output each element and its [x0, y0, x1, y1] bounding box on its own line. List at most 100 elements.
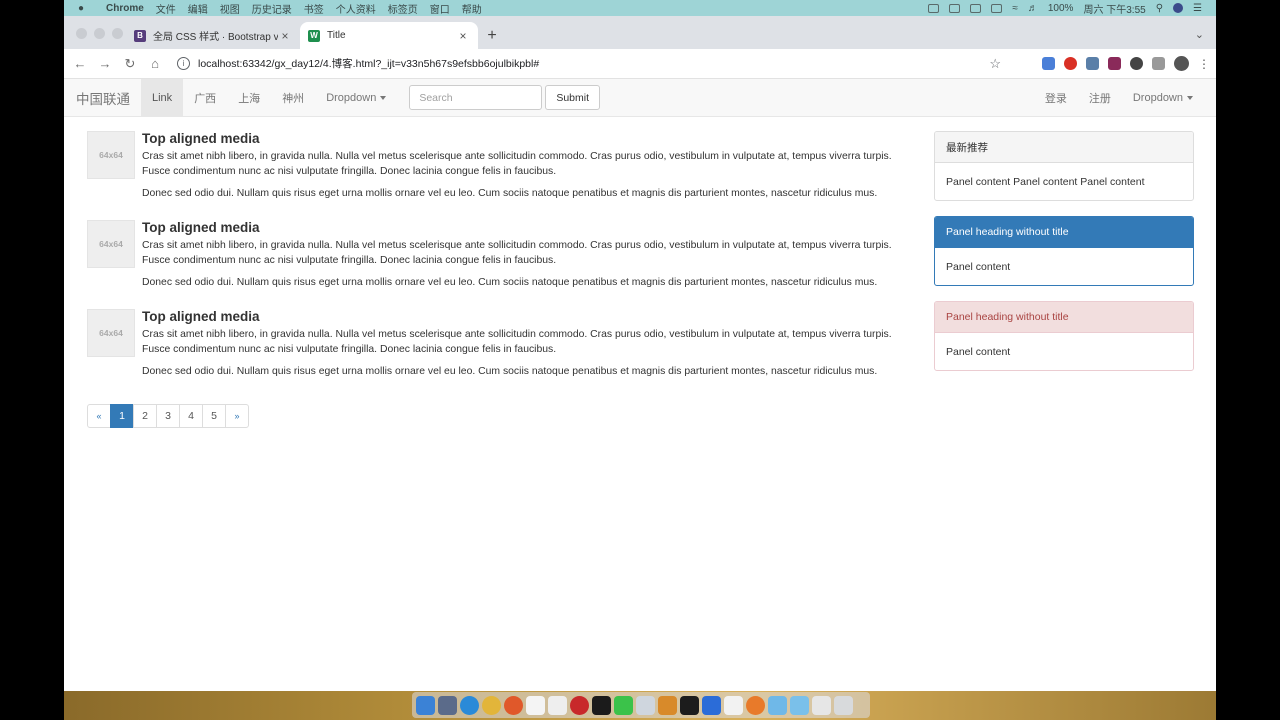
pagination-next[interactable]: »: [225, 404, 249, 428]
navbar-brand[interactable]: 中国联通: [76, 88, 141, 108]
nav-link-register[interactable]: 注册: [1078, 79, 1122, 117]
nav-link-shenzhou[interactable]: 神州: [271, 79, 315, 117]
close-tab-icon[interactable]: ×: [456, 29, 470, 43]
tab-strip: B 全局 CSS 样式 · Bootstrap v3... × W Title …: [64, 16, 1216, 49]
browser-toolbar: ← → ↻ ⌂ i localhost:63342/gx_day12/4.博客.…: [64, 49, 1216, 79]
zoom-window-button[interactable]: [112, 28, 123, 39]
sublime-icon[interactable]: [658, 695, 677, 715]
menu-bookmarks[interactable]: 书签: [304, 1, 324, 16]
wifi-icon[interactable]: ≈: [1012, 3, 1018, 14]
wechat-icon[interactable]: [614, 695, 633, 715]
close-tab-icon[interactable]: ×: [278, 29, 292, 43]
downloads-folder-icon[interactable]: [768, 695, 787, 715]
navbar-submit-button[interactable]: Submit: [545, 85, 601, 110]
apple-menu-icon[interactable]: ●: [78, 3, 92, 14]
menu-tabs[interactable]: 标签页: [388, 1, 418, 16]
extension-adblock-icon[interactable]: [1064, 57, 1077, 70]
nav-link-login[interactable]: 登录: [1034, 79, 1078, 117]
media-list: 64x64 Top aligned media Cras sit amet ni…: [87, 131, 915, 398]
menubar-status-area: ≈ ♬ 100% 周六 下午3:55 ⚲ ☰: [928, 1, 1202, 16]
reload-icon[interactable]: ↻: [118, 52, 142, 76]
minimize-window-button[interactable]: [94, 28, 105, 39]
pagination-page-5[interactable]: 5: [202, 404, 226, 428]
calendar-icon[interactable]: [548, 695, 567, 715]
tab-bootstrap-docs[interactable]: B 全局 CSS 样式 · Bootstrap v3... ×: [126, 22, 300, 49]
menu-window[interactable]: 窗口: [430, 1, 450, 16]
address-bar[interactable]: i localhost:63342/gx_day12/4.博客.html?_ij…: [177, 53, 1001, 75]
extension-badge-icon[interactable]: [1108, 57, 1121, 70]
trash-icon[interactable]: [834, 695, 853, 715]
pagination-page-3[interactable]: 3: [156, 404, 180, 428]
menu-help[interactable]: 帮助: [462, 1, 482, 16]
status-app-icon[interactable]: [928, 3, 940, 13]
tab-title-active[interactable]: W Title ×: [300, 22, 478, 49]
pagination-page-4[interactable]: 4: [179, 404, 203, 428]
pycharm-icon[interactable]: [592, 695, 611, 715]
clock-label[interactable]: 周六 下午3:55: [1083, 1, 1145, 16]
extension-infinity-icon[interactable]: [1130, 57, 1143, 70]
typora-icon[interactable]: [526, 695, 545, 715]
volume-icon[interactable]: ♬: [1028, 3, 1038, 14]
new-tab-button[interactable]: +: [478, 22, 506, 49]
menu-profile[interactable]: 个人资料: [336, 1, 376, 16]
finder-icon[interactable]: [416, 695, 435, 715]
stack-icon[interactable]: [812, 695, 831, 715]
panel-body: Panel content: [946, 260, 1011, 273]
textedit-icon[interactable]: [724, 695, 743, 715]
pagination-page-1[interactable]: 1: [110, 404, 134, 428]
forward-icon[interactable]: →: [93, 52, 117, 76]
navbar-search-input[interactable]: [409, 85, 543, 110]
menu-history[interactable]: 历史记录: [252, 1, 292, 16]
status-app-icon[interactable]: [991, 3, 1003, 13]
nav-link-link[interactable]: Link: [141, 78, 184, 117]
back-icon[interactable]: ←: [68, 52, 92, 76]
extension-screenshot-icon[interactable]: [1086, 57, 1099, 70]
browser-menu-icon[interactable]: ⋮: [1198, 57, 1210, 71]
spotlight-icon[interactable]: ⚲: [1156, 3, 1163, 14]
extension-translate-icon[interactable]: [1042, 57, 1055, 70]
close-window-button[interactable]: [76, 28, 87, 39]
nav-link-shanghai[interactable]: 上海: [227, 79, 271, 117]
site-info-icon[interactable]: i: [177, 57, 190, 70]
firefox-icon[interactable]: [504, 695, 523, 715]
media-heading: Top aligned media: [142, 131, 260, 146]
webstorm-favicon-icon: W: [308, 29, 320, 42]
chrome-icon[interactable]: [482, 695, 501, 715]
bookmark-star-icon[interactable]: ☆: [989, 56, 1001, 72]
browser-window: B 全局 CSS 样式 · Bootstrap v3... × W Title …: [64, 16, 1216, 691]
media-body: Top aligned media Cras sit amet nibh lib…: [142, 309, 915, 398]
safari-icon[interactable]: [460, 695, 479, 715]
status-app-icon[interactable]: [970, 3, 982, 13]
menu-app-name[interactable]: Chrome: [106, 3, 144, 14]
pagination-page-2[interactable]: 2: [133, 404, 157, 428]
url-text[interactable]: localhost:63342/gx_day12/4.博客.html?_ijt=…: [198, 56, 539, 71]
menu-file[interactable]: 文件: [156, 1, 176, 16]
terminal-icon[interactable]: [680, 695, 699, 715]
tab-search-chevron-icon[interactable]: ⌄: [1195, 28, 1204, 41]
menu-edit[interactable]: 编辑: [188, 1, 208, 16]
profile-avatar[interactable]: [1174, 56, 1189, 71]
media-paragraph: Cras sit amet nibh libero, in gravida nu…: [142, 329, 892, 355]
control-center-icon[interactable]: ☰: [1193, 3, 1202, 14]
pagination-prev[interactable]: «: [87, 404, 111, 428]
menu-view[interactable]: 视图: [220, 1, 240, 16]
nav-right-dropdown[interactable]: Dropdown: [1122, 79, 1204, 117]
nav-link-guangxi[interactable]: 广西: [183, 79, 227, 117]
nav-dropdown[interactable]: Dropdown: [315, 79, 397, 117]
documents-folder-icon[interactable]: [790, 695, 809, 715]
user-icon[interactable]: [1173, 3, 1184, 13]
media-paragraph: Cras sit amet nibh libero, in gravida nu…: [142, 240, 892, 266]
battery-label[interactable]: 100%: [1048, 3, 1074, 14]
home-icon[interactable]: ⌂: [143, 52, 167, 76]
extensions-puzzle-icon[interactable]: [1152, 57, 1165, 70]
tab-label: Title: [327, 30, 346, 41]
media-paragraph: Donec sed odio dui. Nullam quis risus eg…: [142, 188, 878, 199]
panel-heading: Panel heading without title: [935, 217, 1193, 248]
launchpad-icon[interactable]: [438, 695, 457, 715]
status-app-icon[interactable]: [949, 3, 961, 13]
preview-icon[interactable]: [636, 695, 655, 715]
netease-music-icon[interactable]: [570, 695, 589, 715]
app-icon[interactable]: [746, 695, 765, 715]
xcode-icon[interactable]: [702, 695, 721, 715]
media-heading: Top aligned media: [142, 220, 260, 235]
